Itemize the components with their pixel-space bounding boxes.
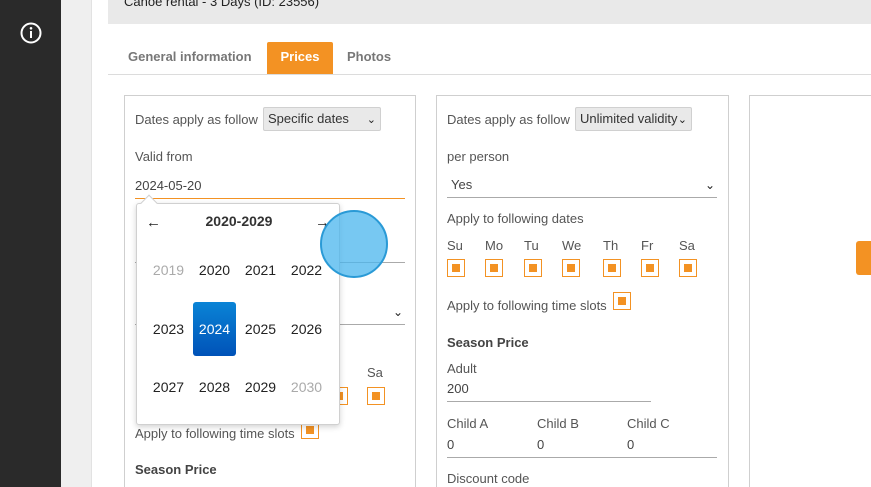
- decade-label[interactable]: 2020-2029: [137, 213, 341, 229]
- child-a-input[interactable]: 0: [447, 434, 537, 458]
- checkbox-fr[interactable]: [641, 259, 659, 277]
- checkbox-we[interactable]: [562, 259, 580, 277]
- day-label-sa: Sa: [679, 238, 695, 253]
- time-slots-label: Apply to following time slots: [135, 426, 295, 441]
- year-2029[interactable]: 2029: [239, 360, 282, 414]
- year-picker-popup: ← 2020-2029 → 2019 2020 2021 2022 2023 2…: [136, 194, 341, 425]
- child-c-label: Child C: [627, 416, 670, 431]
- dates-apply-value: Unlimited validity: [580, 111, 678, 126]
- day-label-su: Su: [447, 238, 463, 253]
- child-a-label: Child A: [447, 416, 489, 431]
- price-panel-3: [749, 95, 871, 487]
- adult-label: Adult: [447, 361, 477, 376]
- orange-button-edge[interactable]: [856, 241, 871, 275]
- checkbox-mo[interactable]: [485, 259, 503, 277]
- dates-apply-value: Specific dates: [268, 111, 349, 126]
- per-person-select[interactable]: Yes ⌄: [447, 174, 717, 198]
- year-2025[interactable]: 2025: [239, 302, 282, 356]
- per-person-label: per person: [447, 149, 510, 164]
- valid-from-input[interactable]: 2024-05-20: [135, 175, 405, 199]
- year-2026[interactable]: 2026: [285, 302, 328, 356]
- discount-code-label: Discount code: [447, 471, 530, 486]
- time-slots-label: Apply to following time slots: [447, 298, 607, 313]
- checkbox-time-slots[interactable]: [613, 292, 631, 310]
- dates-apply-label: Dates apply as follow: [447, 112, 570, 127]
- left-rail: [0, 0, 61, 487]
- day-label-th: Th: [603, 238, 619, 253]
- day-label-we: We: [562, 238, 582, 253]
- title-bar: Canoe rental - 3 Days (ID: 23556): [108, 0, 871, 24]
- year-2021[interactable]: 2021: [239, 243, 282, 297]
- touch-indicator: [320, 210, 388, 278]
- year-2019[interactable]: 2019: [147, 243, 190, 297]
- year-2020[interactable]: 2020: [193, 243, 236, 297]
- tab-bar: General information Prices Photos: [108, 42, 871, 75]
- day-label-tu: Tu: [524, 238, 539, 253]
- checkbox-su[interactable]: [447, 259, 465, 277]
- adult-price-input[interactable]: 200: [447, 378, 651, 402]
- valid-from-label: Valid from: [135, 149, 193, 164]
- year-2023[interactable]: 2023: [147, 302, 190, 356]
- chevron-down-icon: ⌄: [392, 305, 403, 319]
- year-2028[interactable]: 2028: [193, 360, 236, 414]
- child-c-input[interactable]: 0: [627, 434, 717, 458]
- tab-prices[interactable]: Prices: [267, 42, 333, 74]
- year-2027[interactable]: 2027: [147, 360, 190, 414]
- checkbox-tu[interactable]: [524, 259, 542, 277]
- day-label-fr: Fr: [641, 238, 654, 253]
- checkbox-sa[interactable]: [679, 259, 697, 277]
- chevron-down-icon: ⌄: [704, 178, 715, 192]
- tab-photos[interactable]: Photos: [337, 42, 401, 74]
- price-panel-2: Dates apply as follow Unlimited validity…: [436, 95, 729, 487]
- dates-apply-select[interactable]: Unlimited validity ⌄: [575, 107, 692, 131]
- year-2024-selected[interactable]: 2024: [193, 302, 236, 356]
- year-2030[interactable]: 2030: [285, 360, 328, 414]
- info-circle-icon[interactable]: [20, 22, 42, 44]
- dates-apply-label: Dates apply as follow: [135, 112, 258, 127]
- season-price-heading: Season Price: [447, 335, 529, 350]
- day-label-mo: Mo: [485, 238, 504, 253]
- tab-general-information[interactable]: General information: [118, 42, 262, 74]
- season-price-heading: Season Price: [135, 462, 217, 477]
- dates-apply-select[interactable]: Specific dates ⌄: [263, 107, 381, 131]
- day-label-sa: Sa: [367, 365, 383, 380]
- apply-dates-label: Apply to following dates: [447, 211, 584, 226]
- chevron-down-icon: ⌄: [677, 114, 687, 126]
- child-b-input[interactable]: 0: [537, 434, 627, 458]
- checkbox-th[interactable]: [603, 259, 621, 277]
- chevron-down-icon: ⌄: [366, 114, 376, 126]
- child-b-label: Child B: [537, 416, 579, 431]
- page-title: Canoe rental - 3 Days (ID: 23556): [124, 0, 320, 9]
- per-person-value: Yes: [451, 177, 473, 192]
- checkbox-sa[interactable]: [367, 387, 385, 405]
